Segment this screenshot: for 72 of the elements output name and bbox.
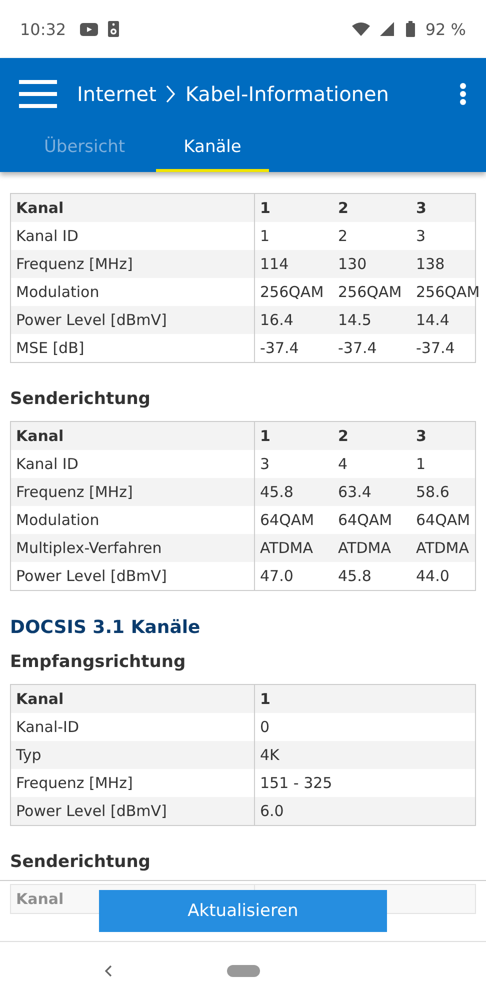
breadcrumb-parent[interactable]: Internet: [77, 82, 156, 106]
table-cell-text: 64QAM: [337, 510, 394, 531]
table-cell-text: 256QAM: [259, 282, 325, 303]
table-cell-text: 16.4: [259, 310, 294, 331]
wifi-icon: [352, 22, 370, 36]
table-cell-text: -37.4: [337, 338, 378, 359]
table-cell-text: 4K: [259, 745, 280, 766]
table-cell: Power Level [dBmV]: [11, 306, 255, 334]
tab[interactable]: Kanäle: [156, 130, 269, 172]
table-cell-text: 138: [415, 254, 446, 275]
table-cell-text: 64QAM: [259, 510, 316, 531]
refresh-button[interactable]: Aktualisieren: [99, 890, 387, 932]
header-cell-text: 1: [259, 198, 272, 219]
header-cell-text: 1: [259, 689, 272, 710]
table-cell-text: 4: [337, 454, 349, 475]
table-cell-text: 256QAM: [415, 282, 480, 303]
table-cell-text: 45.8: [259, 482, 294, 503]
table-cell: Frequenz [MHz]: [11, 250, 255, 278]
signal-icon: [380, 22, 394, 36]
table-cell-text: 14.5: [337, 310, 372, 331]
table-cell: Power Level [dBmV]: [11, 797, 255, 825]
table-cell-text: -37.4: [259, 338, 300, 359]
menu-icon[interactable]: [19, 80, 57, 108]
table-cell-text: 1: [415, 454, 427, 475]
back-icon[interactable]: [104, 964, 112, 976]
subsection-heading: Senderichtung: [10, 389, 152, 409]
table-cell-text: 14.4: [415, 310, 450, 331]
header-cell: Kanal: [11, 685, 255, 713]
subsection-heading: Empfangsrichtung: [10, 652, 187, 672]
table-cell-text: 6.0: [259, 801, 285, 822]
header-cell-text: 2: [337, 426, 350, 447]
table-cell-text: 151 - 325: [259, 773, 334, 794]
table-cell-text: ATDMA: [415, 538, 470, 559]
battery-icon: [406, 21, 416, 37]
table-cell: Multiplex-Verfahren: [11, 534, 255, 562]
table-cell-text: 1: [259, 226, 271, 247]
chevron-right-icon: [166, 85, 176, 103]
table-cell-text: 44.0: [415, 566, 450, 587]
header-cell-text: 1: [259, 426, 272, 447]
table-cell: Frequenz [MHz]: [11, 478, 255, 506]
table-cell-text: ATDMA: [337, 538, 392, 559]
table-cell-text: 2: [337, 226, 349, 247]
table-cell-text: 64QAM: [415, 510, 472, 531]
table-cell: MSE [dB]: [11, 334, 255, 362]
page-title: Kabel-Informationen: [185, 82, 389, 106]
more-options-icon[interactable]: [460, 83, 466, 105]
table-cell-text: 63.4: [337, 482, 372, 503]
table-cell-text: 58.6: [415, 482, 450, 503]
table-cell-text: 3: [259, 454, 271, 475]
header-cell-text: 3: [415, 426, 428, 447]
table-cell-text: 47.0: [259, 566, 294, 587]
table-cell: Typ: [11, 741, 255, 769]
header-cell-text: 3: [415, 198, 428, 219]
table-cell-text: 130: [337, 254, 368, 275]
table-cell: Power Level [dBmV]: [11, 562, 255, 590]
header-cell-text: 2: [337, 198, 350, 219]
table-cell-text: 45.8: [337, 566, 372, 587]
speaker-icon: [108, 21, 120, 37]
subsection-heading: Senderichtung: [10, 852, 152, 872]
table-cell-text: 3: [415, 226, 427, 247]
table-cell-text: 0: [259, 717, 271, 738]
section-heading: DOCSIS 3.1 Kanäle: [10, 617, 202, 638]
video-play-icon: [80, 22, 98, 36]
table-cell-text: 114: [259, 254, 290, 275]
battery-percentage: 92 %: [425, 20, 466, 38]
header-cell: Kanal: [11, 422, 255, 450]
table-cell-text: 256QAM: [337, 282, 403, 303]
table-cell-text: ATDMA: [259, 538, 314, 559]
home-pill[interactable]: [226, 964, 260, 976]
table-cell-text: -37.4: [415, 338, 456, 359]
header-cell: Kanal: [11, 194, 255, 222]
status-time: 10:32: [20, 20, 66, 38]
